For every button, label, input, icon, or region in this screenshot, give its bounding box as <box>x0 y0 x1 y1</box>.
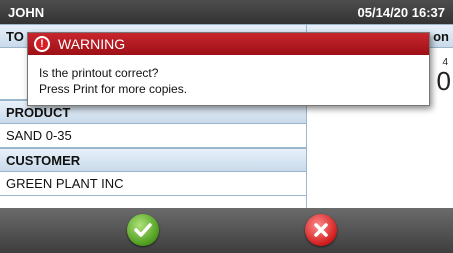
customer-header: CUSTOMER <box>0 148 306 172</box>
warning-dialog: ! WARNING Is the printout correct? Press… <box>27 32 430 106</box>
customer-value[interactable]: GREEN PLANT INC <box>0 172 306 196</box>
dialog-title: WARNING <box>58 36 126 52</box>
cancel-button[interactable] <box>305 214 337 246</box>
exclamation-icon: ! <box>34 36 50 52</box>
dialog-message-line-2: Press Print for more copies. <box>39 82 188 96</box>
top-bar: JOHN 05/14/20 16:37 <box>0 0 453 24</box>
dialog-message: Is the printout correct? Press Print for… <box>28 55 429 97</box>
user-name: JOHN <box>8 4 45 20</box>
x-icon <box>314 223 328 237</box>
check-icon <box>134 223 152 237</box>
dialog-message-line-1: Is the printout correct? <box>39 66 159 80</box>
weight-value: 0 <box>436 66 451 96</box>
dialog-title-bar: ! WARNING <box>28 33 429 55</box>
bottom-action-bar <box>0 208 453 253</box>
date-time: 05/14/20 16:37 <box>357 4 445 20</box>
confirm-button[interactable] <box>127 214 159 246</box>
product-value[interactable]: SAND 0-35 <box>0 124 306 148</box>
